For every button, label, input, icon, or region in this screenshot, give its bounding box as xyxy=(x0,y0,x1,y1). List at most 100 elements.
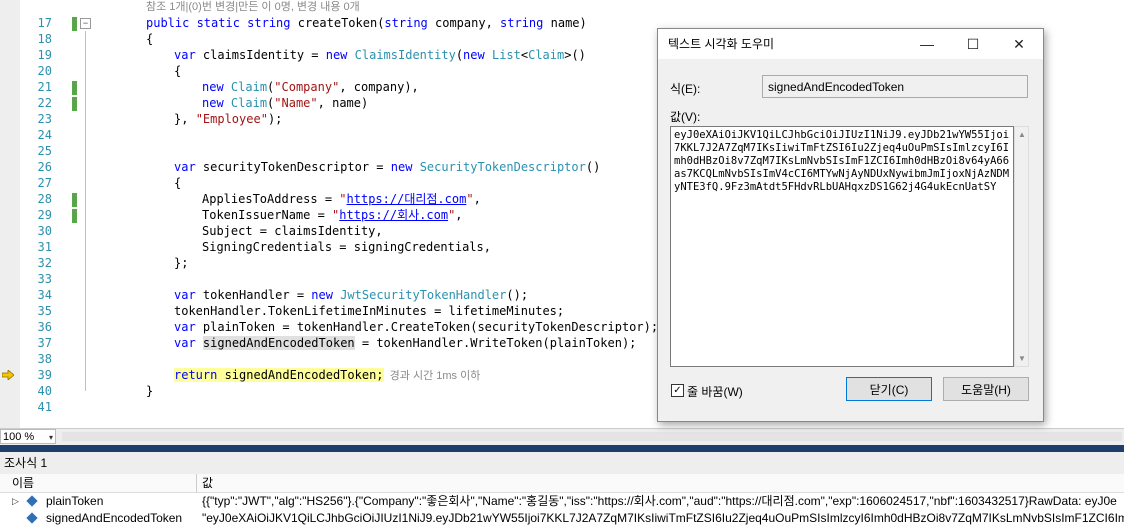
watch-value[interactable]: {{"typ":"JWT","alg":"HS256"}.{"Company":… xyxy=(202,493,1117,509)
code-line-22[interactable]: new Claim("Name", name) xyxy=(202,95,368,111)
code-text: >() xyxy=(564,48,586,62)
text-visualizer-dialog[interactable]: 텍스트 시각화 도우미 — ☐ ✕ 식(E): signedAndEncoded… xyxy=(657,28,1044,422)
keyword: var xyxy=(174,288,196,302)
code-line-40[interactable]: } xyxy=(146,383,153,399)
code-text: TokenIssuerName = xyxy=(202,208,333,222)
code-line-27[interactable]: { xyxy=(174,175,181,191)
value-column-header[interactable]: 값 xyxy=(202,474,213,492)
code-text: securityTokenDescriptor = xyxy=(195,160,391,174)
zoom-combo[interactable]: 100 % ▾ xyxy=(0,429,56,444)
url-link[interactable]: https://대리점.com xyxy=(347,192,467,206)
watch-window[interactable]: 조사식 1 이름 값 ▷ plainToken {{"typ":"JWT","a… xyxy=(0,445,1124,528)
code-line-20[interactable]: { xyxy=(174,63,181,79)
code-line-21[interactable]: new Claim("Company", company), xyxy=(202,79,419,95)
keyword: new xyxy=(325,48,348,62)
zoom-value: 100 % xyxy=(3,431,35,443)
watch-title[interactable]: 조사식 1 xyxy=(0,452,1124,474)
watch-row[interactable]: signedAndEncodedToken "eyJ0eXAiOiJKV1QiL… xyxy=(0,510,1124,526)
highlighted-identifier[interactable]: signedAndEncodedToken xyxy=(202,336,355,350)
line-number: 28 xyxy=(37,192,52,206)
elapsed-time-perftip[interactable]: 경과 시간 1ms 이하 xyxy=(390,370,481,382)
current-statement-arrow-icon xyxy=(2,370,14,380)
scroll-down-icon[interactable]: ▼ xyxy=(1018,354,1026,363)
name-column-header[interactable]: 이름 xyxy=(12,474,34,492)
chevron-down-icon[interactable]: ▾ xyxy=(49,430,53,445)
codelens[interactable]: 참조 1개|(0)번 변경|만든 이 0명, 변경 내용 0개 xyxy=(146,0,360,15)
line-number: 40 xyxy=(37,384,52,398)
line-number: 21 xyxy=(37,80,52,94)
word-wrap-label[interactable]: 줄 바꿈(W) xyxy=(687,383,743,400)
panel-accent-bar xyxy=(0,445,1124,452)
code-line-34[interactable]: var tokenHandler = new JwtSecurityTokenH… xyxy=(174,287,528,303)
expression-field[interactable]: signedAndEncodedToken xyxy=(762,75,1028,98)
column-separator[interactable] xyxy=(196,474,197,492)
line-number: 35 xyxy=(37,304,52,318)
type-name: Claim xyxy=(230,80,268,94)
code-line-37[interactable]: var signedAndEncodedToken = tokenHandler… xyxy=(174,335,636,351)
close-icon[interactable]: ✕ xyxy=(996,29,1042,59)
url-link[interactable]: https://회사.com xyxy=(339,208,448,222)
string-literal: " xyxy=(339,192,347,206)
code-line-26[interactable]: var securityTokenDescriptor = new Securi… xyxy=(174,159,600,175)
dialog-titlebar[interactable]: 텍스트 시각화 도우미 — ☐ ✕ xyxy=(658,29,1043,59)
value-vertical-scrollbar[interactable]: ▲ ▼ xyxy=(1014,126,1029,367)
code-line-19[interactable]: var claimsIdentity = new ClaimsIdentity(… xyxy=(174,47,586,63)
collapse-toggle[interactable]: − xyxy=(80,18,91,29)
value-textbox[interactable]: eyJ0eXAiOiJKV1QiLCJhbGciOiJIUzI1NiJ9.eyJ… xyxy=(670,126,1014,367)
value-label: 값(V): xyxy=(670,110,701,124)
type-name: JwtSecurityTokenHandler xyxy=(340,288,507,302)
line-number: 34 xyxy=(37,288,52,302)
code-line-39[interactable]: return signedAndEncodedToken; 경과 시간 1ms … xyxy=(174,367,480,384)
change-bar xyxy=(72,193,77,207)
code-text: , xyxy=(473,192,481,206)
code-line-31[interactable]: SigningCredentials = signingCredentials, xyxy=(202,239,491,255)
code-line-30[interactable]: Subject = claimsIdentity, xyxy=(202,223,383,239)
code-text: company, xyxy=(427,16,501,30)
code-text: , xyxy=(455,208,463,222)
line-number: 26 xyxy=(37,160,52,174)
line-number: 18 xyxy=(37,32,52,46)
object-icon xyxy=(26,512,38,524)
keyword: string xyxy=(500,16,544,30)
line-number: 29 xyxy=(37,208,52,222)
code-line-35[interactable]: tokenHandler.TokenLifetimeInMinutes = li… xyxy=(174,303,564,319)
code-text: () xyxy=(585,160,601,174)
code-line-18[interactable]: { xyxy=(146,31,153,47)
code-text: (); xyxy=(506,288,529,302)
scroll-up-icon[interactable]: ▲ xyxy=(1018,130,1026,139)
code-line-32[interactable]: }; xyxy=(174,255,188,271)
watch-row[interactable]: ▷ plainToken {{"typ":"JWT","alg":"HS256"… xyxy=(0,493,1124,509)
keyword: new xyxy=(390,160,413,174)
object-icon xyxy=(26,495,38,507)
horizontal-scrollbar[interactable] xyxy=(62,432,1122,441)
expand-icon[interactable]: ▷ xyxy=(12,493,19,509)
line-number: 31 xyxy=(37,240,52,254)
indicator-margin[interactable] xyxy=(0,0,20,428)
string-literal: "Name" xyxy=(274,96,318,110)
code-line-28[interactable]: AppliesToAddress = "https://대리점.com", xyxy=(202,191,481,207)
code-line-36[interactable]: var plainToken = tokenHandler.CreateToke… xyxy=(174,319,658,335)
code-line-23[interactable]: }, "Employee"); xyxy=(174,111,282,127)
word-wrap-checkbox[interactable]: ✓ xyxy=(671,384,684,397)
maximize-icon[interactable]: ☐ xyxy=(950,29,996,59)
keyword: string xyxy=(384,16,428,30)
code-text: plainToken = tokenHandler.CreateToken(se… xyxy=(195,320,659,334)
outlining-line xyxy=(85,31,86,391)
help-button[interactable]: 도움말(H) xyxy=(943,377,1029,401)
close-button[interactable]: 닫기(C) xyxy=(846,377,932,401)
keyword: public static string xyxy=(146,16,291,30)
minimize-icon[interactable]: — xyxy=(904,29,950,59)
code-text: = tokenHandler.WriteToken(plainToken); xyxy=(354,336,637,350)
watch-name[interactable]: plainToken xyxy=(46,493,103,509)
line-number: 30 xyxy=(37,224,52,238)
keyword: var xyxy=(174,336,196,350)
code-line-17[interactable]: public static string createToken(string … xyxy=(146,15,587,31)
watch-name[interactable]: signedAndEncodedToken xyxy=(46,510,182,526)
watch-value[interactable]: "eyJ0eXAiOiJKV1QiLCJhbGciOiJIUzI1NiJ9.ey… xyxy=(202,510,1124,526)
keyword: var xyxy=(174,48,196,62)
line-number: 23 xyxy=(37,112,52,126)
code-line-29[interactable]: TokenIssuerName = "https://회사.com", xyxy=(202,207,463,223)
change-bar xyxy=(72,97,77,111)
change-bar xyxy=(72,209,77,223)
